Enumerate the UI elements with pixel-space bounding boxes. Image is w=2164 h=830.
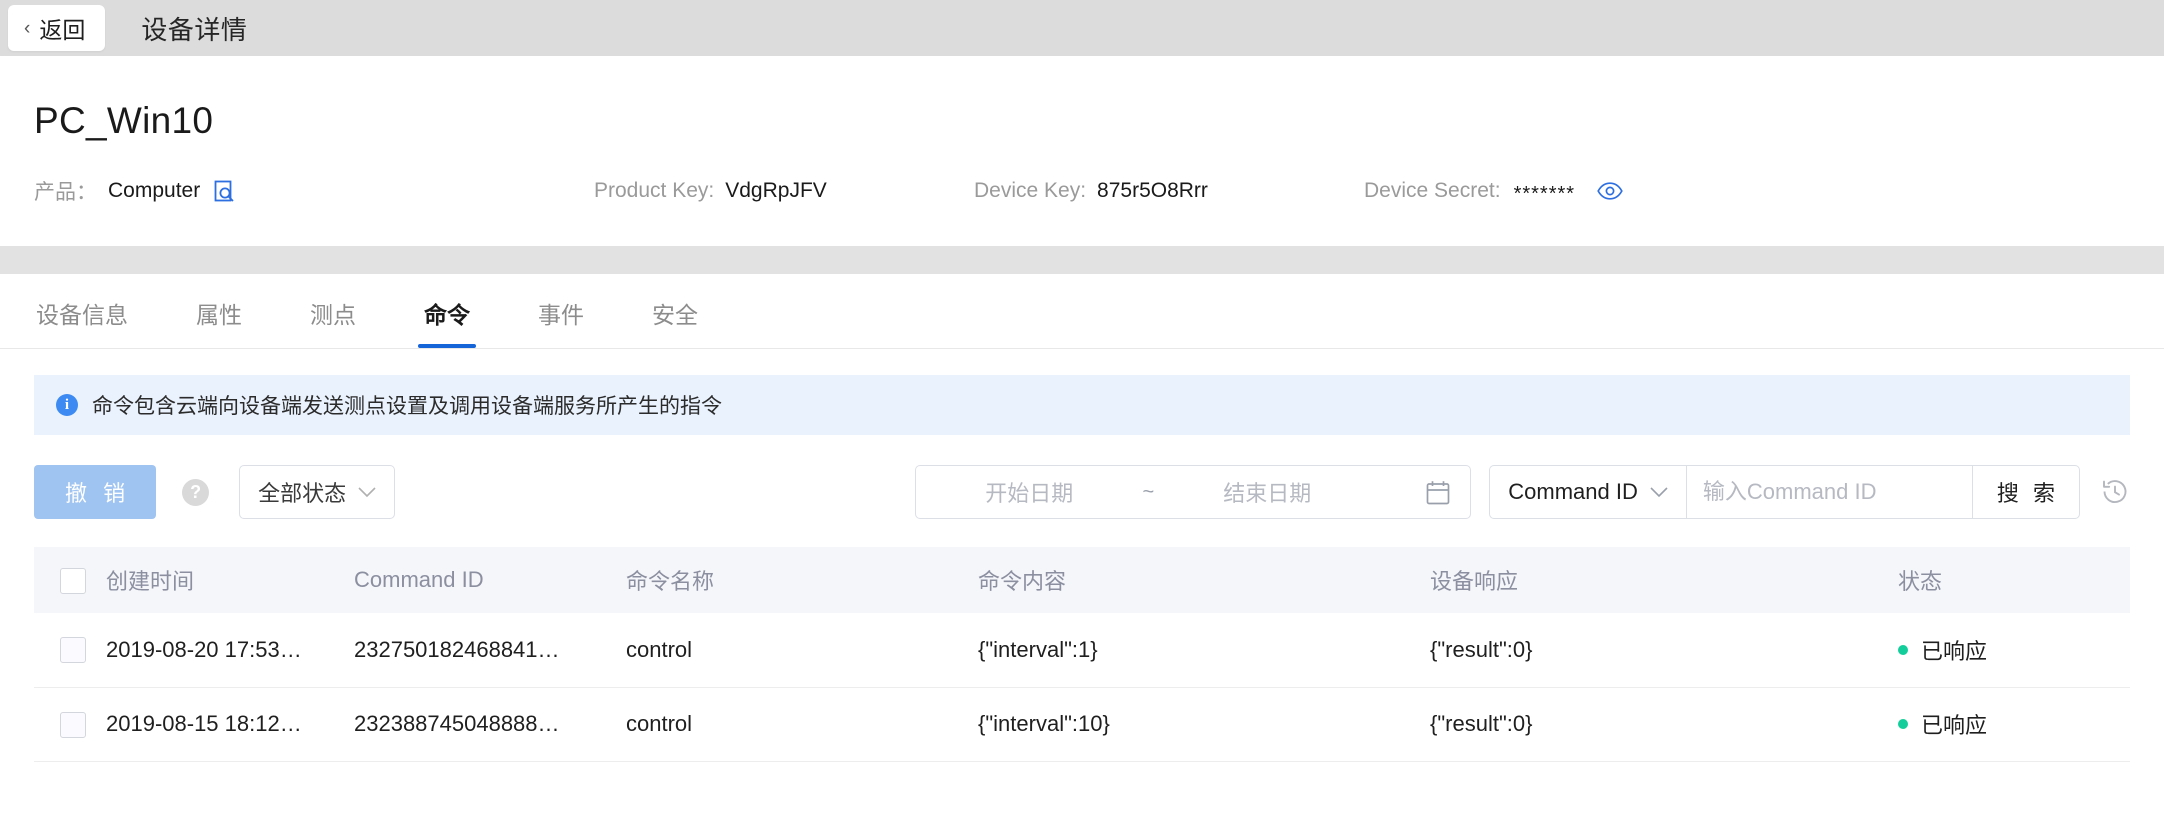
date-start-input[interactable]: 开始日期 xyxy=(936,476,1122,508)
product-key-meta: Product Key: VdgRpJFV xyxy=(594,179,974,203)
cell-command-name: control xyxy=(626,687,978,762)
product-key-label: Product Key: xyxy=(594,179,715,202)
column-header-create-time: 创建时间 xyxy=(106,547,354,613)
page-title: 设备详情 xyxy=(141,14,248,45)
cell-create-time: 2019-08-15 18:12… xyxy=(106,687,354,762)
tab-events[interactable]: 事件 xyxy=(536,296,586,348)
back-button-label: 返回 xyxy=(39,17,86,43)
status-filter-value: 全部状态 xyxy=(258,481,347,506)
chevron-down-icon xyxy=(1650,484,1668,501)
tab-commands[interactable]: 命令 xyxy=(418,296,476,348)
product-meta: 产品： Computer xyxy=(34,176,594,206)
cell-device-response: {"result":0} xyxy=(1430,687,1898,762)
cell-status: 已响应 xyxy=(1898,687,2130,762)
info-icon: i xyxy=(56,394,78,416)
history-icon[interactable] xyxy=(2100,477,2130,507)
device-name: PC_Win10 xyxy=(34,100,214,141)
tab-properties[interactable]: 属性 xyxy=(194,296,244,348)
command-id-search-input[interactable] xyxy=(1685,465,1972,519)
device-meta-row: 产品： Computer Product Key: VdgRpJFV Devic… xyxy=(34,176,2164,206)
search-button[interactable]: 搜 索 xyxy=(1971,465,2080,519)
column-header-command-name: 命令名称 xyxy=(626,547,978,613)
chevron-down-icon xyxy=(358,484,376,501)
cell-command-name: control xyxy=(626,613,978,688)
status-badge: 已响应 xyxy=(1921,713,1988,738)
row-select-cell xyxy=(34,687,106,762)
cancel-command-button[interactable]: 撤 销 xyxy=(34,465,157,519)
product-search-icon[interactable] xyxy=(214,180,236,204)
search-field-select[interactable]: Command ID xyxy=(1489,465,1686,519)
product-label: 产品： xyxy=(34,181,97,204)
info-banner: i 命令包含云端向设备端发送测点设置及调用设备端服务所产生的指令 xyxy=(34,375,2130,435)
commands-toolbar: 撤 销 ? 全部状态 开始日期 ~ 结束日期 Command ID 输入Comm… xyxy=(34,465,2130,519)
device-header: PC_Win10 产品： Computer Product Key: VdgRp… xyxy=(0,56,2164,246)
calendar-icon[interactable] xyxy=(1426,480,1450,505)
row-checkbox[interactable] xyxy=(60,711,86,738)
cell-command-id: 232388745048888… xyxy=(354,687,626,762)
status-filter-select[interactable]: 全部状态 xyxy=(239,465,396,519)
commands-table: 创建时间 Command ID 命令名称 命令内容 设备响应 状态 2019-0… xyxy=(34,547,2130,762)
status-dot xyxy=(1898,719,1908,729)
table-header-row: 创建时间 Command ID 命令名称 命令内容 设备响应 状态 xyxy=(34,547,2130,613)
column-header-status: 状态 xyxy=(1898,547,2130,613)
cell-command-body: {"interval":1} xyxy=(978,613,1430,688)
device-secret-meta: Device Secret: ******* xyxy=(1364,179,1623,205)
tab-bar: 设备信息 属性 测点 命令 事件 安全 xyxy=(0,274,2164,349)
section-divider xyxy=(0,246,2164,274)
device-secret-value: ******* xyxy=(1513,182,1576,205)
tab-security[interactable]: 安全 xyxy=(650,296,700,348)
status-dot xyxy=(1898,644,1908,655)
commands-panel: i 命令包含云端向设备端发送测点设置及调用设备端服务所产生的指令 撤 销 ? 全… xyxy=(0,375,2164,762)
date-end-input[interactable]: 结束日期 xyxy=(1174,476,1360,508)
info-banner-text: 命令包含云端向设备端发送测点设置及调用设备端服务所产生的指令 xyxy=(92,395,722,418)
cell-status: 已响应 xyxy=(1898,613,2130,688)
cell-device-response: {"result":0} xyxy=(1430,613,1898,688)
cell-command-body: {"interval":10} xyxy=(978,687,1430,762)
tab-device-info[interactable]: 设备信息 xyxy=(34,296,130,348)
column-header-command-body: 命令内容 xyxy=(978,547,1430,613)
table-row[interactable]: 2019-08-15 18:12… 232388745048888… contr… xyxy=(34,687,2130,762)
device-key-meta: Device Key: 875r5O8Rrr xyxy=(974,179,1364,203)
back-button[interactable]: ‹ 返回 xyxy=(8,5,106,51)
device-key-value: 875r5O8Rrr xyxy=(1097,179,1208,202)
select-all-checkbox[interactable] xyxy=(60,567,86,594)
device-secret-label: Device Secret: xyxy=(1364,179,1501,202)
row-checkbox[interactable] xyxy=(60,637,86,664)
command-search-group: Command ID 搜 索 xyxy=(1489,465,2080,519)
product-key-value: VdgRpJFV xyxy=(725,179,827,202)
cell-command-id: 232750182468841… xyxy=(354,613,626,688)
product-value: Computer xyxy=(108,179,201,202)
tab-measurepoints[interactable]: 测点 xyxy=(308,296,358,348)
column-header-command-id: Command ID xyxy=(354,547,626,613)
table-row[interactable]: 2019-08-20 17:53… 232750182468841… contr… xyxy=(34,613,2130,688)
column-header-device-response: 设备响应 xyxy=(1430,547,1898,613)
chevron-left-icon: ‹ xyxy=(24,17,31,39)
device-key-label: Device Key: xyxy=(974,179,1087,202)
search-field-label: Command ID xyxy=(1508,479,1638,504)
cell-create-time: 2019-08-20 17:53… xyxy=(106,613,354,688)
top-bar: ‹ 返回 设备详情 xyxy=(0,0,2164,56)
status-badge: 已响应 xyxy=(1921,638,1988,664)
row-select-cell xyxy=(34,613,106,688)
filters-right: 开始日期 ~ 结束日期 Command ID 输入Command ID 搜 索 xyxy=(915,465,2130,519)
eye-icon[interactable] xyxy=(1597,182,1623,200)
help-icon[interactable]: ? xyxy=(182,478,210,506)
date-range-picker[interactable]: 开始日期 ~ 结束日期 xyxy=(915,465,1472,519)
date-range-separator: ~ xyxy=(1142,480,1155,503)
select-all-header xyxy=(34,547,106,613)
